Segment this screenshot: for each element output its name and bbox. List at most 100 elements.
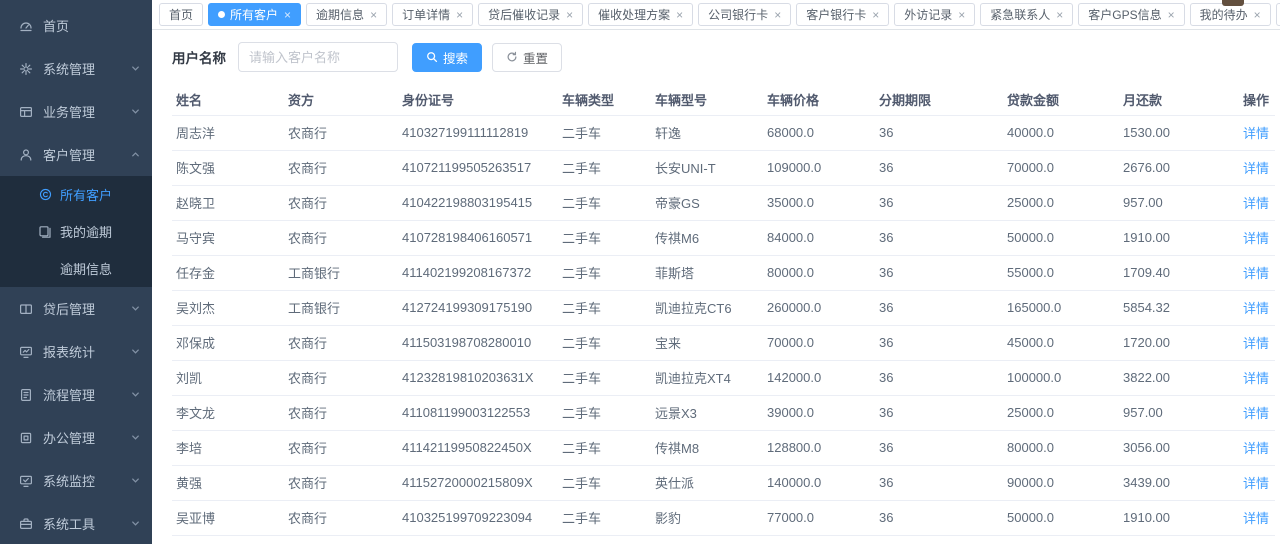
tab-all-customers[interactable]: 所有客户× (208, 3, 301, 26)
table-cell: 农商行 (284, 465, 398, 500)
close-icon[interactable]: × (370, 9, 377, 21)
detail-link[interactable]: 详情 (1243, 126, 1269, 141)
table-cell: 41142119950822450X (398, 430, 558, 465)
sidebar-item-system-mgmt[interactable]: 系统管理 (0, 47, 152, 90)
close-icon[interactable]: × (774, 9, 781, 21)
tab-overdue-info[interactable]: 逾期信息 × (306, 3, 387, 26)
sidebar-item-customer-mgmt[interactable]: 客户管理 (0, 133, 152, 176)
tab-customer-gps[interactable]: 客户GPS信息 × (1078, 3, 1184, 26)
detail-link[interactable]: 详情 (1243, 266, 1269, 281)
sidebar-item-postloan-mgmt[interactable]: 贷后管理 (0, 287, 152, 330)
detail-link[interactable]: 详情 (1243, 371, 1269, 386)
close-icon[interactable]: × (456, 9, 463, 21)
table-cell: 90000.0 (1003, 465, 1119, 500)
table-cell: 45000.0 (1003, 325, 1119, 360)
tab-order-detail[interactable]: 订单详情× (392, 3, 473, 26)
sidebar-item-label: 流程管理 (43, 385, 130, 404)
table-row: 任存金工商银行411402199208167372二手车菲斯塔80000.036… (172, 255, 1275, 290)
sidebar-item-label: 逾期信息 (60, 259, 142, 278)
sidebar-item-process-mgmt[interactable]: 流程管理 (0, 373, 152, 416)
tab-label: 逾期信息 (316, 6, 364, 23)
close-icon[interactable]: × (676, 9, 683, 21)
table-cell: 80000.0 (1003, 430, 1119, 465)
tab-label: 外访记录 (904, 6, 952, 23)
tab-company-bank-card[interactable]: 公司银行卡× (698, 3, 791, 26)
sidebar-submenu-customer-mgmt: 所有客户我的逾期逾期信息 (0, 176, 152, 287)
table-cell: 二手车 (558, 325, 651, 360)
table-cell: 68000.0 (763, 535, 875, 544)
close-icon[interactable]: × (284, 9, 291, 21)
search-button[interactable]: 搜索 (412, 43, 482, 72)
detail-link[interactable]: 详情 (1243, 301, 1269, 316)
tab-emergency-contacts[interactable]: 紧急联系人× (980, 3, 1073, 26)
table-cell: 吴亚博 (172, 500, 284, 535)
tab-label: 我的待办 (1200, 6, 1248, 23)
sidebar-item-overdue-info[interactable]: 逾期信息 (0, 250, 152, 287)
table-cell: 36 (875, 150, 1003, 185)
search-input[interactable] (238, 42, 398, 72)
table-cell: 36 (875, 115, 1003, 150)
content-area: 用户名称 搜索 (152, 30, 1280, 544)
column-header: 操作 (1239, 85, 1275, 115)
tab-my-todo[interactable]: 我的待办 × (1190, 3, 1271, 26)
detail-link[interactable]: 详情 (1243, 441, 1269, 456)
table-row: 周志洋农商行410327199111112819二手车轩逸68000.03640… (172, 115, 1275, 150)
table-cell: 黄强 (172, 465, 284, 500)
openbook-icon (18, 301, 34, 317)
sidebar-item-office-mgmt[interactable]: 办公管理 (0, 416, 152, 459)
detail-link[interactable]: 详情 (1243, 231, 1269, 246)
close-icon[interactable]: × (958, 9, 965, 21)
detail-link[interactable]: 详情 (1243, 161, 1269, 176)
search-button-label: 搜索 (443, 48, 468, 67)
close-icon[interactable]: × (1056, 9, 1063, 21)
close-icon[interactable]: × (1168, 9, 1175, 21)
table-cell: 36 (875, 290, 1003, 325)
detail-link[interactable]: 详情 (1243, 336, 1269, 351)
close-icon[interactable]: × (1254, 9, 1261, 21)
reset-button[interactable]: 重置 (492, 43, 562, 72)
grid-icon (18, 104, 34, 120)
sidebar-item-label: 系统工具 (43, 514, 130, 533)
table-cell: 70000.0 (763, 325, 875, 360)
table-cell: 凯迪拉克XT4 (651, 360, 763, 395)
tab-bar: 首页所有客户×逾期信息×订单详情×贷后催收记录×催收处理方案×公司银行卡×客户银… (152, 0, 1280, 30)
column-header: 车辆价格 (763, 85, 875, 115)
tab-label: 客户GPS信息 (1088, 6, 1161, 23)
table-cell: 农商行 (284, 150, 398, 185)
tab-customer-bank-card[interactable]: 客户银行卡× (796, 3, 889, 26)
sidebar-item-home[interactable]: 首页 (0, 4, 152, 47)
table-cell: 二手车 (558, 185, 651, 220)
sidebar-item-business-mgmt[interactable]: 业务管理 (0, 90, 152, 133)
sidebar-item-system-tools[interactable]: 系统工具 (0, 502, 152, 544)
chevron-down-icon (130, 432, 142, 444)
table-cell: 二手车 (558, 255, 651, 290)
table-cell: 36 (875, 220, 1003, 255)
tab-visit-records[interactable]: 外访记录 × (894, 3, 975, 26)
table-cell: 二手车 (558, 360, 651, 395)
tab-home[interactable]: 首页 (159, 3, 203, 26)
sidebar-item-all-customers[interactable]: 所有客户 (0, 176, 152, 213)
detail-link[interactable]: 详情 (1243, 476, 1269, 491)
table-cell: 55000.0 (1003, 255, 1119, 290)
table-cell: 传祺M6 (651, 220, 763, 255)
column-header: 资方 (284, 85, 398, 115)
table-cell-actions: 详情 (1239, 150, 1275, 185)
table-cell: 411081199003122553 (398, 395, 558, 430)
sidebar-item-system-monitor[interactable]: 系统监控 (0, 459, 152, 502)
main-panel: 首页所有客户×逾期信息×订单详情×贷后催收记录×催收处理方案×公司银行卡×客户银… (152, 0, 1280, 544)
sidebar-item-my-overdue[interactable]: 我的逾期 (0, 213, 152, 250)
tab-my-flow[interactable]: 我的流程× (1276, 3, 1280, 26)
table-cell: 农商行 (284, 325, 398, 360)
sidebar-item-report-stats[interactable]: 报表统计 (0, 330, 152, 373)
table-cell: 35000.0 (763, 185, 875, 220)
tab-collection-plan[interactable]: 催收处理方案× (588, 3, 693, 26)
detail-link[interactable]: 详情 (1243, 511, 1269, 526)
tab-collection-records[interactable]: 贷后催收记录× (478, 3, 583, 26)
close-icon[interactable]: × (872, 9, 879, 21)
close-icon[interactable]: × (566, 9, 573, 21)
table-cell: 410323199210105532 (398, 535, 558, 544)
detail-link[interactable]: 详情 (1243, 406, 1269, 421)
table-cell-actions: 详情 (1239, 115, 1275, 150)
copyright-icon (38, 187, 52, 203)
detail-link[interactable]: 详情 (1243, 196, 1269, 211)
